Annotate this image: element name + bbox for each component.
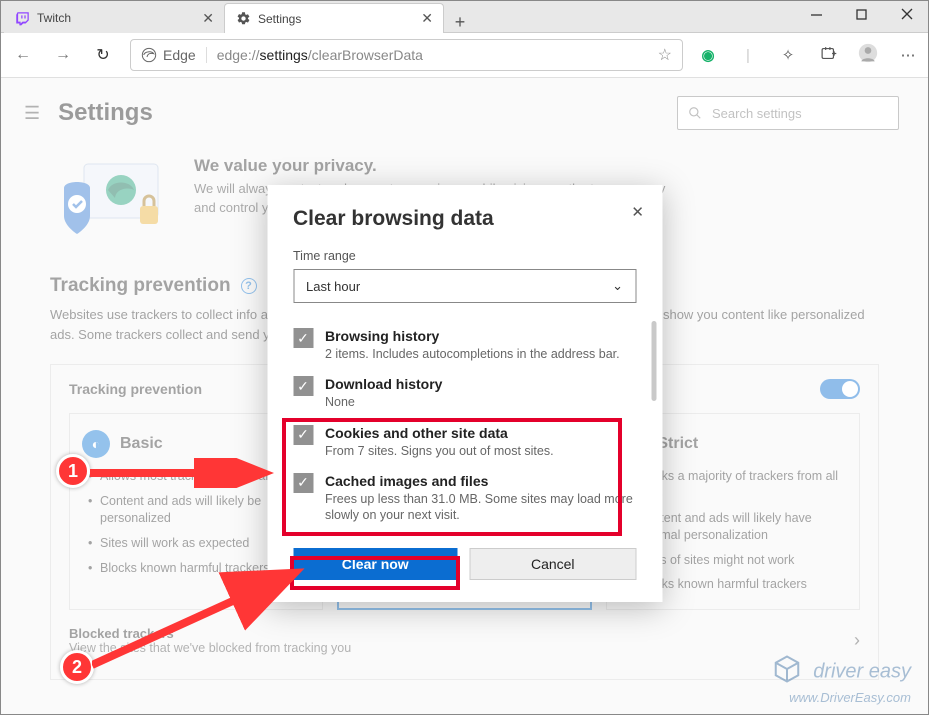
clear-browsing-data-dialog: ✕ Clear browsing data Time range Last ho… [267,185,662,602]
time-range-value: Last hour [306,279,360,294]
search-icon [688,106,702,120]
tab-title: Settings [258,12,301,26]
search-placeholder: Search settings [712,106,802,121]
collections-icon[interactable] [817,45,839,66]
close-icon[interactable]: ✕ [421,10,433,27]
edge-icon [141,47,157,63]
tracking-heading: Tracking prevention [50,275,231,297]
edge-label: Edge [163,47,196,63]
blocked-sub: View the sites that we've blocked from t… [69,641,351,655]
tab-title: Twitch [37,11,71,25]
check-cached-images[interactable]: ✓ Cached images and files Frees up less … [293,466,636,531]
forward-button[interactable]: → [50,46,76,64]
tab-settings[interactable]: Settings ✕ [224,3,444,33]
chevron-down-icon: ⌄ [612,278,623,294]
maximize-button[interactable] [839,0,884,28]
tracking-toggle[interactable] [820,379,860,399]
window-titlebar: Twitch ✕ Settings ✕ + [0,0,929,33]
twitch-icon [14,10,30,26]
blocked-trackers-row[interactable]: Blocked trackers View the sites that we'… [69,626,860,655]
cancel-button[interactable]: Cancel [470,548,637,580]
search-settings-input[interactable]: Search settings [677,96,899,130]
more-icon[interactable]: ⋯ [897,46,919,64]
time-range-label: Time range [293,249,636,263]
time-range-select[interactable]: Last hour ⌄ [293,269,636,303]
minimize-button[interactable] [794,0,839,28]
scrollbar-thumb[interactable] [651,321,656,401]
check-download-history[interactable]: ✓ Download history None [293,369,636,417]
navigation-bar: ← → ↻ Edge edge://settings/clearBrowserD… [0,33,929,77]
browser-tabs: Twitch ✕ Settings ✕ + [0,0,476,33]
clear-data-checklist: ✓ Browsing history 2 items. Includes aut… [293,321,636,530]
clear-now-button[interactable]: Clear now [293,548,458,580]
dialog-close-icon[interactable]: ✕ [631,203,644,221]
checkbox-checked-icon[interactable]: ✓ [293,425,313,445]
address-bar[interactable]: Edge edge://settings/clearBrowserData ☆ [130,39,683,71]
page-title: Settings [58,99,153,127]
window-controls [794,0,929,28]
help-icon[interactable]: ? [241,278,257,294]
edge-identity-chip: Edge [141,47,207,63]
check-browsing-history[interactable]: ✓ Browsing history 2 items. Includes aut… [293,321,636,369]
checkbox-checked-icon[interactable]: ✓ [293,376,313,396]
grammarly-icon[interactable]: ◉ [697,46,719,64]
toolbar-icons: ◉ | ✧ ⋯ [697,43,919,67]
privacy-heading: We value your privacy. [194,156,665,176]
gear-icon [235,11,251,27]
checkbox-checked-icon[interactable]: ✓ [293,473,313,493]
tab-twitch[interactable]: Twitch ✕ [4,3,224,33]
blocked-title: Blocked trackers [69,626,351,641]
tracking-box-heading: Tracking prevention [69,381,202,397]
new-tab-button[interactable]: + [444,12,476,33]
checkbox-checked-icon[interactable]: ✓ [293,328,313,348]
basic-icon: ◐ [82,430,110,458]
back-button[interactable]: ← [10,46,36,64]
dialog-title: Clear browsing data [293,207,636,231]
close-window-button[interactable] [884,0,929,28]
url-text: edge://settings/clearBrowserData [217,47,423,63]
favorites-icon[interactable]: ✧ [777,46,799,64]
menu-icon[interactable]: ☰ [24,103,40,124]
privacy-illustration [50,156,170,247]
chevron-right-icon: › [854,630,860,651]
check-cookies[interactable]: ✓ Cookies and other site data From 7 sit… [293,418,636,466]
profile-icon[interactable] [857,43,879,67]
refresh-button[interactable]: ↻ [90,45,116,65]
close-icon[interactable]: ✕ [202,10,214,27]
favorite-outline-icon[interactable]: ☆ [658,45,672,65]
